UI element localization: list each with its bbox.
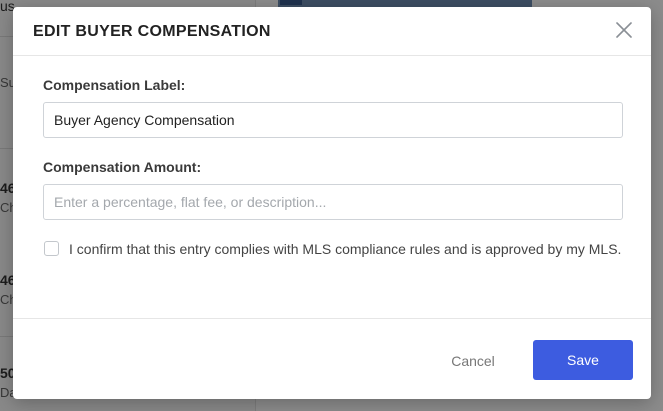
modal-footer-divider: [13, 318, 651, 319]
compensation-amount-label: Compensation Amount:: [43, 159, 202, 175]
save-button[interactable]: Save: [533, 340, 633, 380]
modal-title: EDIT BUYER COMPENSATION: [33, 23, 271, 40]
close-button[interactable]: [613, 19, 635, 41]
close-icon: [616, 22, 632, 38]
edit-buyer-compensation-modal: EDIT BUYER COMPENSATION Compensation Lab…: [13, 7, 651, 399]
compensation-label-input[interactable]: [43, 102, 623, 138]
cancel-button[interactable]: Cancel: [433, 342, 513, 380]
modal-header: EDIT BUYER COMPENSATION: [13, 7, 651, 56]
compensation-label-label: Compensation Label:: [43, 77, 186, 93]
mls-compliance-confirm-text: I confirm that this entry complies with …: [69, 241, 622, 257]
mls-compliance-checkbox[interactable]: [44, 241, 59, 256]
compensation-amount-input[interactable]: [43, 184, 623, 220]
